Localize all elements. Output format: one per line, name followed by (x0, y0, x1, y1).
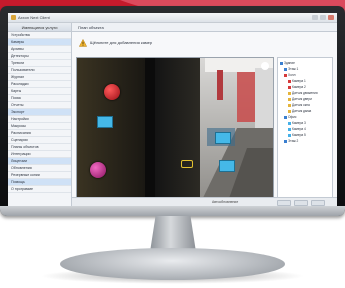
tree-node-label: Датчик окна (292, 103, 310, 107)
camera-marker-2[interactable] (215, 132, 231, 144)
sidebar-item[interactable]: Сценарии (8, 137, 71, 144)
warning-icon (79, 39, 87, 47)
info-text: Щёлкните для добавления камер (90, 40, 153, 45)
tree-node-label: Этаж 2 (288, 139, 299, 143)
tab-plan[interactable]: План объекта (78, 25, 104, 30)
minimize-button[interactable] (312, 15, 318, 20)
vehicle-marker-yellow[interactable] (181, 160, 193, 168)
sidebar-item[interactable]: О программе (8, 186, 71, 193)
sidebar-item[interactable]: Карты (8, 88, 71, 95)
sidebar-item[interactable]: Детекторы (8, 53, 71, 60)
tree-node-icon (288, 109, 291, 113)
tree-node-label: Камера 2 (292, 85, 306, 89)
tree-node-icon (288, 133, 291, 137)
sidebar-item[interactable]: Устройства (8, 32, 71, 39)
sidebar-item[interactable]: Макросы (8, 123, 71, 130)
sidebar-item[interactable]: Настройки (8, 116, 71, 123)
tree-node-label: Камера 5 (292, 133, 306, 137)
status-ok-button[interactable] (277, 199, 291, 206)
tree-node-label: Камера 1 (292, 79, 306, 83)
app-screen: Axxon Next Client Имеющиеся услуги Устро… (8, 13, 337, 206)
status-bar: Автообновление (72, 197, 337, 206)
object-tree: Здание Этаж 1 Холл Камера 1 Камера 2 Датчик д… (277, 57, 333, 203)
app-icon (11, 15, 16, 20)
alarm-marker-red[interactable] (104, 84, 120, 100)
tree-list: Здание Этаж 1 Холл Камера 1 Камера 2 Датчик д… (278, 60, 332, 144)
camera-image (77, 58, 273, 202)
sidebar-item[interactable]: Поиск (8, 95, 71, 102)
tree-node-icon (284, 139, 287, 143)
tree-node-icon (284, 73, 287, 77)
sidebar-item[interactable]: Тревоги (8, 60, 71, 67)
sidebar-item[interactable]: Лицензии (8, 158, 71, 165)
tree-node-label: Холл (288, 73, 296, 77)
camera-view[interactable] (76, 57, 274, 203)
close-button[interactable] (328, 15, 334, 20)
maximize-button[interactable] (320, 15, 326, 20)
sidebar-item[interactable]: Архивы (8, 46, 71, 53)
sidebar-item[interactable]: Пользователи (8, 67, 71, 74)
tree-node-icon (280, 61, 283, 65)
monitor-stand-base (60, 248, 285, 280)
sidebar: Имеющиеся услуги Устройства Камеры Архивы Д… (8, 23, 72, 206)
sidebar-item[interactable]: Резервные копии (8, 172, 71, 179)
tree-node-label: Этаж 1 (288, 67, 299, 71)
tree-node-icon (288, 85, 291, 89)
window-titlebar: Axxon Next Client (8, 13, 337, 23)
sidebar-item[interactable]: Журнал (8, 74, 71, 81)
status-text: Автообновление (212, 200, 239, 204)
tree-node-icon (284, 115, 287, 119)
tree-node-icon (288, 91, 291, 95)
sidebar-item[interactable]: Камеры (8, 39, 71, 46)
tree-node-label: Датчик двери (292, 97, 312, 101)
tree-node-icon (288, 79, 291, 83)
tree-node-icon (288, 127, 291, 131)
window-controls (312, 15, 334, 20)
tree-node-icon (288, 97, 291, 101)
status-apply-button[interactable] (311, 199, 325, 206)
tree-node-label: Камера 4 (292, 127, 306, 131)
tree-node-label: Здание (284, 61, 295, 65)
main-panel: План объекта Щёлкните для добавления кам… (72, 23, 337, 206)
info-bar: Щёлкните для добавления камер (76, 36, 331, 50)
sidebar-list: Устройства Камеры Архивы Детекторы Тревоги По… (8, 32, 71, 193)
camera-marker-1[interactable] (97, 116, 113, 128)
sidebar-header: Имеющиеся услуги (8, 23, 71, 32)
status-cancel-button[interactable] (294, 199, 308, 206)
tree-node-label: Офис (288, 115, 297, 119)
camera-marker-3[interactable] (219, 160, 235, 172)
tree-node-label: Датчик движения (292, 91, 318, 95)
sidebar-item[interactable]: Интеграции (8, 151, 71, 158)
window-title: Axxon Next Client (18, 15, 50, 20)
sidebar-item[interactable]: Расписания (8, 130, 71, 137)
sidebar-item[interactable]: Экспорт (8, 109, 71, 116)
tree-node-icon (284, 67, 287, 71)
sidebar-item[interactable]: Отчеты (8, 102, 71, 109)
tree-node-icon (288, 121, 291, 125)
sidebar-item[interactable]: Планы объектов (8, 144, 71, 151)
tree-node-label: Датчик дыма (292, 109, 312, 113)
tree-node-icon (288, 103, 291, 107)
sensor-marker-magenta[interactable] (90, 162, 106, 178)
sidebar-item[interactable]: Обновления (8, 165, 71, 172)
monitor-stand-neck (150, 216, 196, 252)
sidebar-item[interactable]: Раскладки (8, 81, 71, 88)
tree-node-label: Камера 3 (292, 121, 306, 125)
sidebar-item[interactable]: Помощь (8, 179, 71, 186)
tree-node[interactable]: Этаж 2 (278, 138, 332, 144)
tab-strip: План объекта (72, 23, 337, 32)
monitor-chin (0, 206, 345, 216)
